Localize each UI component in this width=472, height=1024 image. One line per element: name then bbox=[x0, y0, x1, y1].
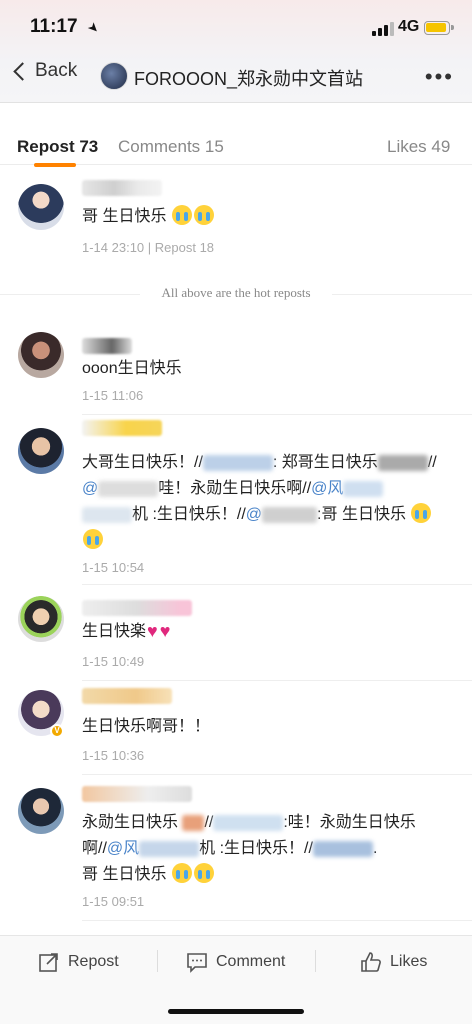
crying-emoji-icon bbox=[193, 863, 214, 883]
username-blurred[interactable] bbox=[82, 600, 192, 616]
comment-icon bbox=[187, 953, 207, 973]
repost-icon bbox=[39, 953, 58, 972]
repost-text: 哥 生日快乐 bbox=[82, 204, 450, 230]
divider bbox=[157, 950, 158, 972]
likes-label: Likes bbox=[390, 953, 428, 970]
blurred-mention bbox=[213, 814, 284, 831]
blurred-mention bbox=[82, 506, 132, 523]
username-blurred[interactable] bbox=[82, 688, 172, 704]
page-title: FOROOON_郑永勋中文首站 bbox=[134, 69, 364, 89]
username-blurred[interactable] bbox=[82, 420, 162, 436]
comment-button[interactable]: Comment bbox=[186, 951, 285, 973]
status-bar: 11:17 ➤ 4G bbox=[0, 14, 472, 44]
repost-time: 1-15 10:49 bbox=[82, 654, 145, 669]
blurred-mention bbox=[343, 480, 384, 497]
tab-comments[interactable]: Comments 15 bbox=[118, 137, 224, 157]
tab-bar: Repost 73 Comments 15 Likes 49 bbox=[0, 103, 472, 167]
nav-bar: Back FOROOON_郑永勋中文首站 ••• bbox=[0, 56, 472, 96]
divider bbox=[82, 414, 472, 415]
username-blurred[interactable] bbox=[82, 338, 132, 354]
comment-label: Comment bbox=[216, 953, 286, 970]
top-header: 11:17 ➤ 4G Back FOROOON_郑永勋中文首站 ••• bbox=[0, 0, 472, 103]
blurred-emoji bbox=[377, 454, 428, 471]
repost-time: 1-15 10:36 bbox=[82, 748, 145, 763]
network-type: 4G bbox=[398, 18, 420, 35]
heart-emoji-icon: ♥ bbox=[147, 621, 158, 641]
divider bbox=[82, 920, 472, 921]
divider bbox=[82, 584, 472, 585]
divider bbox=[315, 950, 316, 972]
status-time: 11:17 bbox=[30, 16, 78, 37]
more-options-icon[interactable]: ••• bbox=[425, 64, 454, 90]
avatar[interactable] bbox=[18, 596, 64, 642]
avatar[interactable] bbox=[18, 788, 64, 834]
blurred-mention bbox=[262, 506, 318, 523]
avatar[interactable] bbox=[18, 428, 64, 474]
username-blurred[interactable] bbox=[82, 180, 162, 196]
account-avatar[interactable] bbox=[100, 62, 128, 90]
crying-emoji-icon bbox=[171, 205, 192, 225]
like-button[interactable]: Likes bbox=[360, 951, 427, 973]
back-label: Back bbox=[35, 60, 78, 81]
divider bbox=[82, 680, 472, 681]
hot-reposts-divider: All above are the hot reposts bbox=[0, 285, 472, 301]
repost-time: 1-15 09:51 bbox=[82, 894, 145, 909]
active-tab-indicator bbox=[34, 163, 76, 167]
blurred-mention bbox=[139, 840, 200, 857]
blurred-mention bbox=[312, 840, 373, 857]
blurred-emoji bbox=[182, 814, 205, 831]
crying-emoji-icon bbox=[171, 863, 192, 883]
heart-emoji-icon: ♥ bbox=[159, 621, 171, 641]
signal-icon bbox=[372, 22, 394, 36]
location-arrow-icon: ➤ bbox=[84, 18, 103, 37]
repost-time: 1-15 10:54 bbox=[82, 560, 145, 575]
blurred-mention bbox=[202, 454, 273, 471]
repost-meta: 1-14 23:10 | Repost 18 bbox=[82, 240, 215, 255]
crying-emoji-icon bbox=[83, 529, 103, 549]
repost-text: 生日快乐啊哥！！ bbox=[82, 718, 211, 735]
verified-badge-icon: V bbox=[50, 724, 64, 738]
avatar[interactable] bbox=[18, 332, 64, 378]
tab-likes[interactable]: Likes 49 bbox=[387, 137, 450, 157]
thumbs-up-icon bbox=[361, 952, 381, 972]
repost-text: 大哥生日快乐！//: 郑哥生日快乐// @ 哇！永勋生日快乐啊//@风 机 :生日… bbox=[82, 450, 450, 554]
battery-icon bbox=[424, 21, 454, 35]
tab-reposts[interactable]: Repost 73 bbox=[17, 137, 98, 157]
repost-text: 生日快楽♥ ♥ bbox=[82, 618, 450, 645]
repost-button[interactable]: Repost bbox=[38, 951, 119, 973]
divider bbox=[82, 774, 472, 775]
blurred-mention bbox=[98, 480, 159, 497]
home-indicator bbox=[168, 1009, 304, 1014]
crying-emoji-icon bbox=[411, 503, 432, 523]
chevron-left-icon bbox=[13, 61, 32, 81]
repost-label: Repost bbox=[68, 953, 119, 970]
repost-text: ooon生日快乐 bbox=[82, 360, 182, 377]
crying-emoji-icon bbox=[193, 205, 214, 225]
repost-text: 永勋生日快乐 //:哇！永勋生日快乐 啊//@风机 :生日快乐！//. 哥 生日… bbox=[82, 814, 416, 883]
avatar[interactable] bbox=[18, 184, 64, 230]
back-button[interactable]: Back bbox=[12, 60, 77, 82]
username-blurred[interactable] bbox=[82, 786, 192, 802]
repost-time: 1-15 11:06 bbox=[82, 388, 144, 403]
